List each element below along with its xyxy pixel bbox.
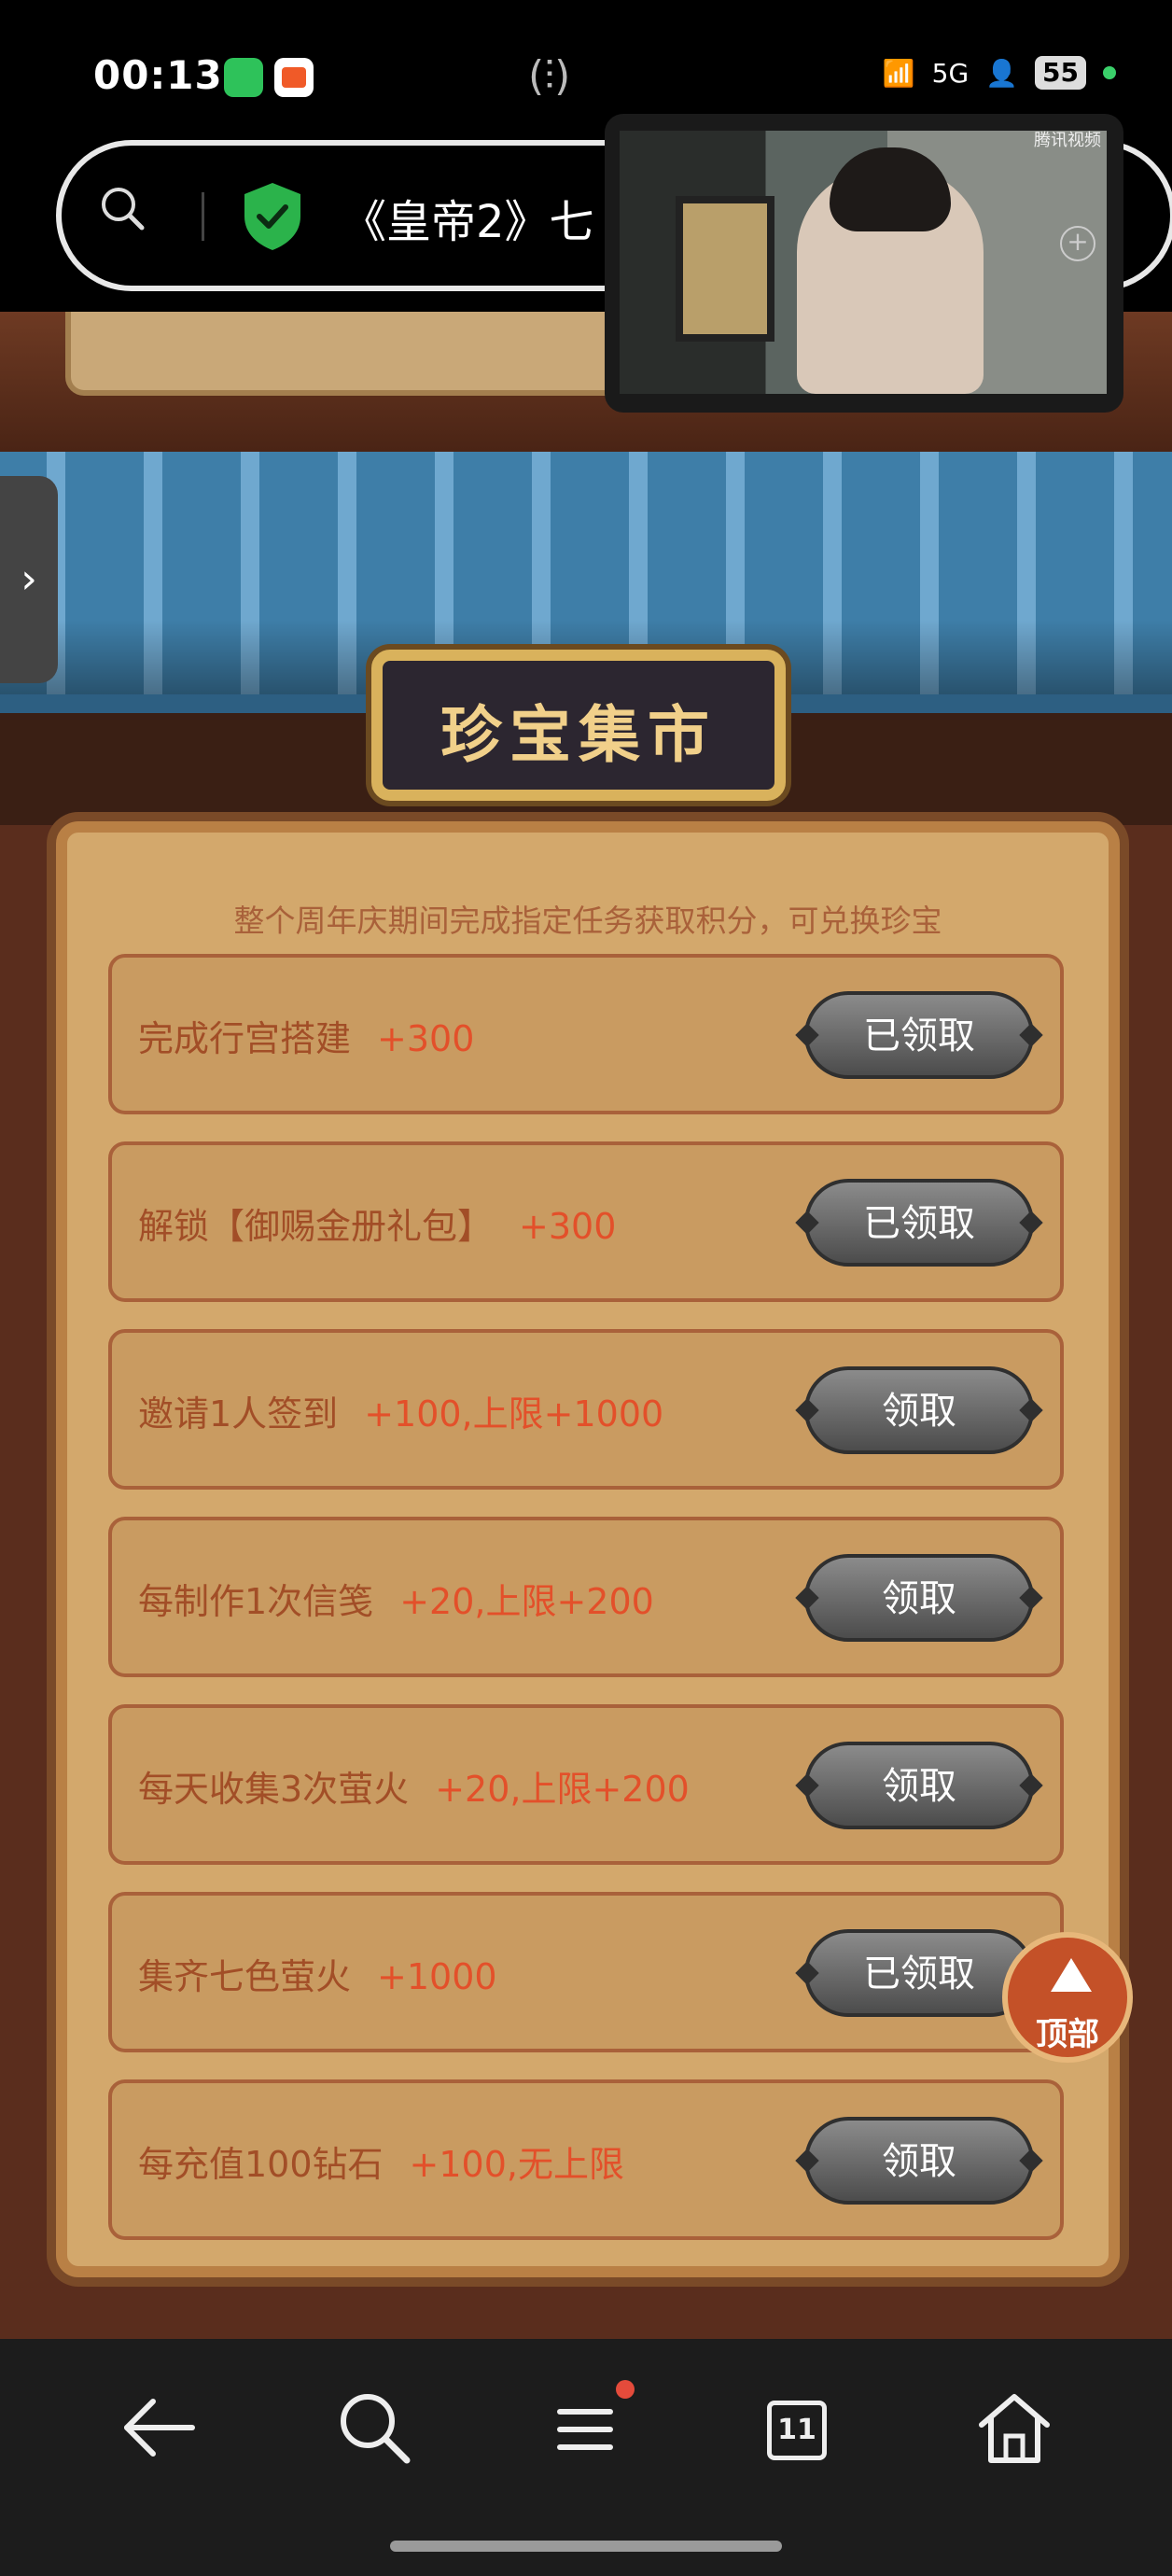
system-indicators: 📶 5G 👤 55 <box>883 56 1116 90</box>
security-shield-icon <box>244 183 300 250</box>
privacy-indicator-icon <box>1103 66 1116 79</box>
claim-button[interactable]: 领取 <box>804 2117 1034 2205</box>
task-row: 每天收集3次萤火 +20,上限+200 领取 <box>108 1704 1064 1865</box>
pip-video-window[interactable]: 腾讯视频 + <box>605 114 1123 413</box>
battery-level: 55 <box>1035 56 1086 90</box>
task-label: 每制作1次信笺 +20,上限+200 <box>138 1581 654 1622</box>
claim-button[interactable]: 领取 <box>804 1366 1034 1454</box>
claim-button[interactable]: 领取 <box>804 1742 1034 1829</box>
claimed-button[interactable]: 已领取 <box>804 991 1034 1079</box>
wifi-icon: 📶 <box>882 57 915 89</box>
claimed-button[interactable]: 已领取 <box>804 1929 1034 2017</box>
back-arrow-icon[interactable] <box>118 2386 202 2470</box>
person-hair-scene <box>830 147 951 231</box>
task-row: 解锁【御赐金册礼包】 +300 已领取 <box>108 1141 1064 1302</box>
task-points: +1000 <box>377 1956 497 1997</box>
side-drawer-handle[interactable]: › <box>0 476 58 683</box>
wechat-notification-icon <box>224 58 263 97</box>
home-icon[interactable] <box>972 2386 1056 2470</box>
previous-panel-edge <box>65 312 674 396</box>
user-icon: 👤 <box>985 57 1019 89</box>
market-signboard: 珍宝集市 <box>371 650 786 801</box>
task-points: +300 <box>377 1018 475 1059</box>
back-to-top-label: 顶部 <box>1036 2016 1099 2053</box>
voice-assistant-icon: (⫶) <box>528 52 571 100</box>
task-label: 解锁【御赐金册礼包】 +300 <box>138 1206 617 1247</box>
task-row: 集齐七色萤火 +1000 已领取 <box>108 1892 1064 2052</box>
back-to-top-button[interactable]: 顶部 <box>1002 1932 1133 2063</box>
arrow-up-icon <box>1051 1958 1092 1992</box>
task-row: 每充值100钻石 +100,无上限 领取 <box>108 2079 1064 2240</box>
claimed-button[interactable]: 已领取 <box>804 1179 1034 1267</box>
gesture-home-bar[interactable] <box>390 2541 782 2552</box>
menu-icon[interactable] <box>543 2386 627 2470</box>
lantern-scene <box>676 196 774 342</box>
task-points: +300 <box>519 1206 617 1247</box>
task-label: 每天收集3次萤火 +20,上限+200 <box>138 1769 690 1810</box>
task-label: 集齐七色萤火 +1000 <box>138 1956 497 1997</box>
status-time: 00:13 <box>93 52 223 98</box>
task-points: +100,无上限 <box>409 2144 624 2185</box>
claim-button[interactable]: 领取 <box>804 1554 1034 1642</box>
plus-icon[interactable]: + <box>1060 226 1095 261</box>
tasks-panel: 整个周年庆期间完成指定任务获取积分，可兑换珍宝 完成行宫搭建 +300 已领取 解… <box>56 821 1120 2277</box>
task-row: 邀请1人签到 +100,上限+1000 领取 <box>108 1329 1064 1490</box>
tabs-count-button[interactable]: 11 <box>767 2401 827 2460</box>
address-separator <box>202 192 204 241</box>
game-page: 珍宝集市 整个周年庆期间完成指定任务获取积分，可兑换珍宝 完成行宫搭建 +300 … <box>0 312 1172 2339</box>
signboard-title: 珍宝集市 <box>440 698 717 771</box>
menu-notification-dot <box>616 2380 635 2399</box>
search-icon[interactable] <box>99 185 146 231</box>
task-row: 完成行宫搭建 +300 已领取 <box>108 954 1064 1114</box>
task-label: 邀请1人签到 +100,上限+1000 <box>138 1393 664 1435</box>
pip-video-frame <box>620 131 1107 394</box>
network-label: 5G <box>931 57 970 89</box>
task-row: 每制作1次信笺 +20,上限+200 领取 <box>108 1517 1064 1677</box>
task-points: +100,上限+1000 <box>364 1393 664 1435</box>
pip-brand-label: 腾讯视频 <box>1034 131 1101 150</box>
task-label: 完成行宫搭建 +300 <box>138 1018 475 1059</box>
task-points: +20,上限+200 <box>435 1769 690 1810</box>
page-title-text[interactable]: 《皇帝2》七 <box>342 185 594 250</box>
panel-subtitle: 整个周年庆期间完成指定任务获取积分，可兑换珍宝 <box>233 903 942 939</box>
app-notification-icon <box>274 58 314 97</box>
task-label: 每充值100钻石 +100,无上限 <box>138 2144 624 2185</box>
search-icon[interactable] <box>332 2386 416 2470</box>
task-points: +20,上限+200 <box>399 1581 654 1622</box>
